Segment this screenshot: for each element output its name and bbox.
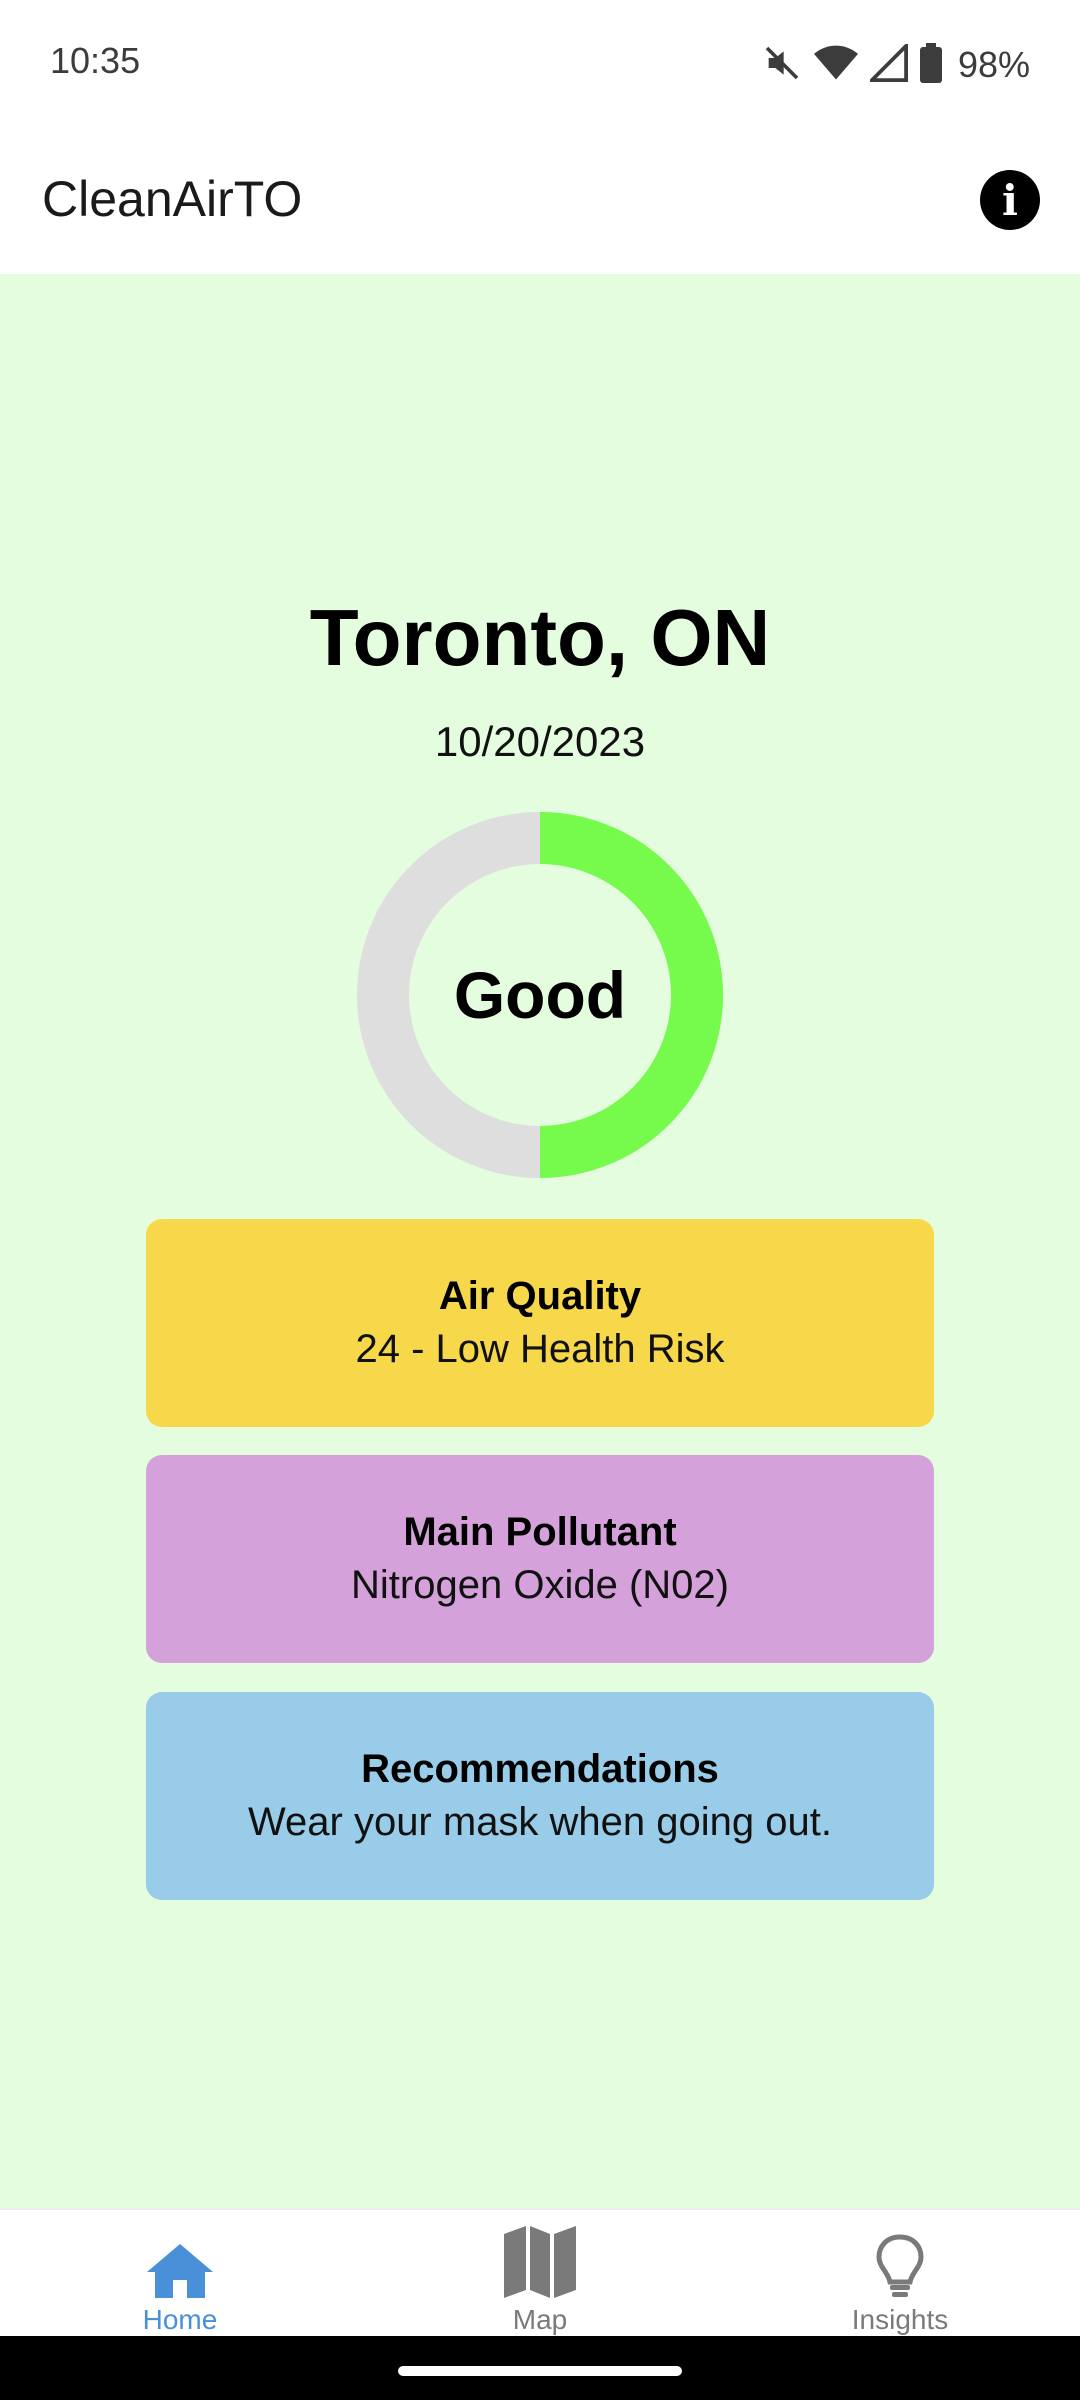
main-pollutant-card: Main Pollutant Nitrogen Oxide (N02) (146, 1455, 934, 1663)
wifi-icon (813, 43, 858, 88)
nav-insights-label: Insights (851, 2304, 949, 2335)
bottom-nav: Home Map Insights (0, 2208, 1080, 2338)
air-quality-title: Air Quality (438, 1274, 642, 1318)
main-pollutant-title: Main Pollutant (403, 1510, 677, 1554)
signal-icon (867, 40, 908, 87)
home-icon (145, 2224, 215, 2300)
recommendations-card: Recommendations Wear your mask when goin… (146, 1692, 934, 1900)
app-title: CleanAirTO (42, 171, 303, 227)
battery-percent: 98% (957, 44, 1030, 85)
city-title: Toronto, ON (309, 593, 771, 682)
nav-home-label: Home (142, 2304, 218, 2335)
recommendations-title: Recommendations (361, 1747, 719, 1791)
status-time: 10:35 (50, 40, 141, 81)
date-label: 10/20/2023 (434, 718, 646, 765)
main-content: Toronto, ON 10/20/2023 Good Air Quality … (0, 274, 1080, 2208)
info-icon[interactable]: i (980, 170, 1040, 230)
recommendations-value: Wear your mask when going out. (247, 1800, 832, 1844)
map-icon (502, 2224, 578, 2300)
air-quality-card: Air Quality 24 - Low Health Risk (146, 1219, 934, 1427)
status-bar: 10:35 98% (0, 0, 1080, 128)
home-gesture-pill[interactable] (398, 2366, 682, 2376)
nav-home[interactable]: Home (60, 2210, 300, 2338)
gauge-label: Good (453, 958, 627, 1032)
battery-icon (919, 42, 942, 88)
air-quality-value: 24 - Low Health Risk (355, 1327, 725, 1371)
status-icons: 98% (762, 40, 1030, 90)
app-bar: CleanAirTO i (0, 128, 1080, 274)
nav-map[interactable]: Map (420, 2210, 660, 2338)
lightbulb-icon (873, 2224, 927, 2300)
mute-icon (762, 43, 802, 88)
nav-insights[interactable]: Insights (780, 2210, 1020, 2338)
main-pollutant-value: Nitrogen Oxide (N02) (351, 1563, 729, 1607)
nav-map-label: Map (512, 2304, 568, 2335)
